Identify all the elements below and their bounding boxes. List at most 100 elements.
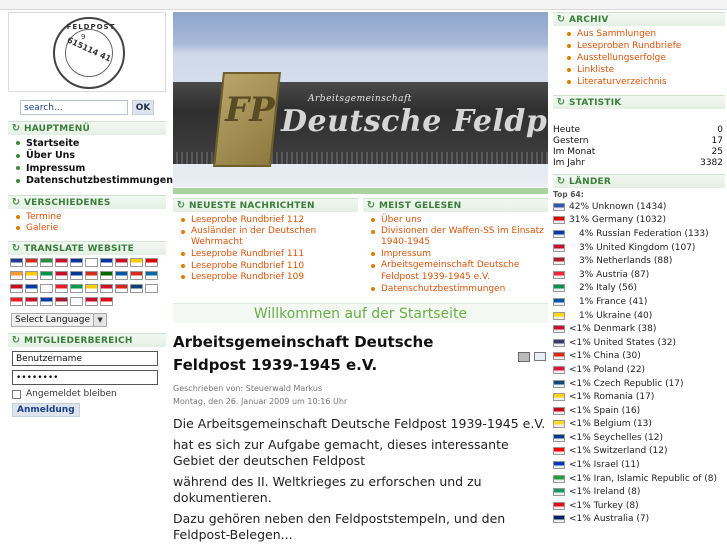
country-list: 42% Unknown (1434) 31% Germany (1032) 4% R… bbox=[553, 200, 725, 526]
news-item[interactable]: Leseprobe Rundbrief 110 bbox=[181, 260, 358, 272]
statistics-table: Heute 0 Gestern 17 Im Monat 25 Im Jahr 3382 bbox=[553, 125, 723, 169]
flag-icon[interactable] bbox=[25, 258, 38, 267]
flag-icon[interactable] bbox=[40, 271, 53, 280]
popular-item[interactable]: Arbeitsgemeinschaft Deutsche Feldpost 19… bbox=[371, 260, 548, 283]
archiv-item[interactable]: Ausstellungserfolge bbox=[561, 52, 725, 64]
country-text: 3% United Kingdom (107) bbox=[579, 242, 696, 253]
country-row: <1% Seychelles (12) bbox=[553, 431, 725, 445]
flag-icon[interactable] bbox=[85, 284, 98, 293]
news-item[interactable]: Leseprobe Rundbrief 112 bbox=[181, 214, 358, 226]
archiv-item[interactable]: Literaturverzeichnis bbox=[561, 76, 725, 88]
flag-icon[interactable] bbox=[115, 284, 128, 293]
archiv-item[interactable]: Aus Sammlungen bbox=[561, 28, 725, 40]
flag-icon[interactable] bbox=[100, 258, 113, 267]
link-termine[interactable]: Termine bbox=[16, 211, 166, 222]
module-title: MEIST GELESEN bbox=[379, 200, 462, 211]
flag-icon[interactable] bbox=[55, 271, 68, 280]
flag-icon[interactable] bbox=[70, 284, 83, 293]
country-row: <1% Ireland (8) bbox=[553, 485, 725, 499]
flag-icon[interactable] bbox=[85, 297, 98, 306]
flag-icon[interactable] bbox=[145, 271, 158, 280]
chevron-down-icon[interactable]: ▼ bbox=[94, 313, 108, 327]
popular-item[interactable]: Impressum bbox=[371, 249, 548, 261]
article-paragraph: hat es sich zur Aufgabe gemacht, dieses … bbox=[173, 437, 509, 468]
remember-label: Angemeldet bleiben bbox=[26, 389, 117, 399]
language-select-value[interactable]: Select Language bbox=[11, 313, 95, 327]
flag-icon[interactable] bbox=[70, 258, 83, 267]
flag-icon[interactable] bbox=[100, 271, 113, 280]
flag-icon[interactable] bbox=[130, 284, 143, 293]
flag-icon[interactable] bbox=[70, 271, 83, 280]
flag-icon[interactable] bbox=[40, 258, 53, 267]
remember-me[interactable]: Angemeldet bleiben bbox=[12, 389, 166, 399]
stat-value: 17 bbox=[711, 136, 723, 146]
popular-item[interactable]: Divisionen der Waffen-SS im Einsatz 1940… bbox=[371, 226, 548, 249]
flag-icon[interactable] bbox=[25, 284, 38, 293]
print-icon[interactable] bbox=[518, 352, 530, 362]
flag-icon[interactable] bbox=[100, 297, 113, 306]
flag-icon[interactable] bbox=[10, 258, 23, 267]
username-field[interactable] bbox=[12, 351, 158, 366]
country-text: <1% Iran, Islamic Republic of (8) bbox=[569, 473, 718, 484]
archiv-item[interactable]: Linkliste bbox=[561, 64, 725, 76]
flag-icon[interactable] bbox=[145, 258, 158, 267]
menu-item-ueber-uns[interactable]: Über Uns bbox=[16, 150, 166, 163]
country-flag-icon bbox=[553, 284, 565, 293]
translate-header: ↻ TRANSLATE WEBSITE bbox=[8, 241, 166, 255]
stat-value: 25 bbox=[711, 147, 723, 157]
flag-icon[interactable] bbox=[25, 271, 38, 280]
flag-icon[interactable] bbox=[55, 297, 68, 306]
flag-icon[interactable] bbox=[55, 284, 68, 293]
menu-item-startseite[interactable]: Startseite bbox=[16, 137, 166, 150]
search-ok-button[interactable]: OK bbox=[132, 100, 154, 115]
bullet-icon bbox=[181, 252, 185, 257]
flag-icon[interactable] bbox=[130, 271, 143, 280]
popular-item[interactable]: Datenschutzbestimmungen bbox=[371, 283, 548, 295]
flag-icon[interactable] bbox=[55, 258, 68, 267]
country-flag-icon bbox=[553, 501, 565, 510]
article-body: Die Arbeitsgemeinschaft Deutsche Feldpos… bbox=[173, 416, 548, 543]
flag-icon[interactable] bbox=[100, 284, 113, 293]
country-text: <1% Seychelles (12) bbox=[569, 432, 664, 443]
news-item[interactable]: Leseprobe Rundbrief 109 bbox=[181, 272, 358, 284]
news-item[interactable]: Leseprobe Rundbrief 111 bbox=[181, 249, 358, 261]
country-text: <1% Turkey (8) bbox=[569, 500, 639, 511]
stat-row: Im Jahr 3382 bbox=[553, 158, 723, 169]
archiv-item[interactable]: Leseproben Rundbriefe bbox=[561, 40, 725, 52]
menu-item-datenschutz[interactable]: Datenschutzbestimmungen bbox=[16, 175, 173, 188]
flag-icon[interactable] bbox=[10, 297, 23, 306]
flag-icon[interactable] bbox=[85, 258, 98, 267]
flag-icon[interactable] bbox=[115, 258, 128, 267]
bullet-icon bbox=[16, 153, 20, 158]
flag-icon[interactable] bbox=[115, 271, 128, 280]
email-icon[interactable] bbox=[534, 352, 546, 361]
country-row: 3% Austria (87) bbox=[553, 268, 725, 282]
language-select[interactable]: Select Language ▼ bbox=[11, 313, 166, 327]
flag-icon[interactable] bbox=[70, 297, 83, 306]
verschiedenes-header: ↻ VERSCHIEDENES bbox=[8, 195, 166, 209]
article-title[interactable]: Arbeitsgemeinschaft Deutsche Feldpost 19… bbox=[173, 331, 508, 377]
flag-icon[interactable] bbox=[40, 284, 53, 293]
flag-icon[interactable] bbox=[25, 297, 38, 306]
flag-icon[interactable] bbox=[10, 284, 23, 293]
login-button[interactable]: Anmeldung bbox=[12, 403, 80, 417]
country-row: <1% Belgium (13) bbox=[553, 418, 725, 432]
country-text: 42% Unknown (1434) bbox=[569, 201, 667, 212]
flag-icon[interactable] bbox=[145, 284, 158, 293]
flag-icon[interactable] bbox=[40, 297, 53, 306]
search-input[interactable] bbox=[20, 100, 128, 115]
flag-icon[interactable] bbox=[130, 258, 143, 267]
remember-checkbox[interactable] bbox=[12, 389, 21, 399]
link-galerie[interactable]: Galerie bbox=[16, 222, 166, 233]
bullet-icon bbox=[16, 178, 20, 183]
country-text: <1% China (30) bbox=[569, 351, 641, 362]
popular-item[interactable]: Über uns bbox=[371, 214, 548, 226]
flag-icon[interactable] bbox=[85, 271, 98, 280]
country-text: <1% Ireland (8) bbox=[569, 487, 641, 498]
news-item[interactable]: Ausländer in der Deutschen Wehrmacht bbox=[181, 226, 358, 249]
password-field[interactable] bbox=[12, 370, 158, 385]
menu-item-impressum[interactable]: Impressum bbox=[16, 162, 166, 175]
stat-value: 3382 bbox=[700, 158, 723, 168]
flag-icon[interactable] bbox=[10, 271, 23, 280]
country-flag-icon bbox=[553, 379, 565, 388]
